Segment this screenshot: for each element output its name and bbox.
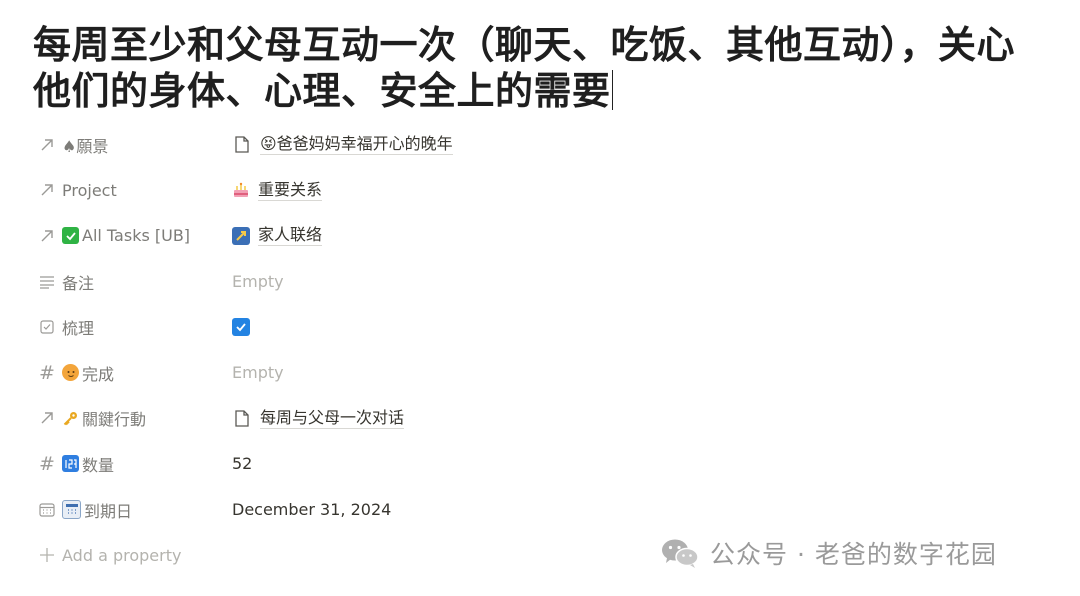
property-name-all-tasks[interactable]: All Tasks [UB] bbox=[30, 226, 230, 245]
property-value-sorted[interactable] bbox=[230, 318, 790, 337]
property-name-count[interactable]: # 数量 bbox=[30, 452, 230, 476]
hash-icon: # bbox=[39, 452, 55, 475]
relation-label[interactable]: 重要关系 bbox=[258, 180, 323, 201]
numbers-icon bbox=[62, 455, 79, 473]
property-value-notes[interactable]: Empty bbox=[230, 272, 790, 291]
wechat-icon bbox=[660, 537, 700, 569]
property-value-vision[interactable]: 😝爸爸妈妈幸福开心的晚年 bbox=[230, 134, 790, 156]
text-caret bbox=[611, 70, 613, 110]
text-lines-icon bbox=[36, 275, 58, 289]
property-name-project[interactable]: Project bbox=[30, 181, 230, 200]
page-title-text[interactable]: 每周至少和父母互动一次（聊天、吃饭、其他互动），关心他们的身体、心理、安全上的需… bbox=[33, 23, 1015, 113]
property-value-project[interactable]: 重要关系 bbox=[230, 180, 790, 201]
property-row-project[interactable]: Project 重要关系 bbox=[30, 168, 790, 214]
calendar-icon bbox=[36, 502, 58, 517]
plus-icon bbox=[36, 547, 58, 563]
property-value-all-tasks[interactable]: 家人联络 bbox=[230, 225, 790, 247]
property-row-all-tasks[interactable]: All Tasks [UB] 家人联络 bbox=[30, 213, 790, 259]
property-label: 完成 bbox=[82, 364, 115, 384]
properties-panel: ♠願景 😝爸爸妈妈幸福开心的晚年 Project 重要关系 All Tasks … bbox=[30, 122, 790, 578]
key-icon bbox=[62, 410, 79, 427]
property-name-key-action[interactable]: 關鍵行動 bbox=[30, 406, 230, 430]
empty-placeholder[interactable]: Empty bbox=[232, 272, 284, 291]
property-row-due[interactable]: 到期日 December 31, 2024 bbox=[30, 487, 790, 533]
property-name-done[interactable]: # 完成 bbox=[30, 361, 230, 385]
property-value-done[interactable]: Empty bbox=[230, 363, 790, 382]
property-name-sorted[interactable]: 梳理 bbox=[30, 315, 230, 339]
property-row-notes[interactable]: 备注 Empty bbox=[30, 259, 790, 305]
relation-link[interactable]: 重要关系 bbox=[232, 180, 323, 201]
page-icon bbox=[232, 410, 252, 427]
hash-icon: # bbox=[39, 361, 55, 384]
property-row-vision[interactable]: ♠願景 😝爸爸妈妈幸福开心的晚年 bbox=[30, 122, 790, 168]
page-title[interactable]: 每周至少和父母互动一次（聊天、吃饭、其他互动），关心他们的身体、心理、安全上的需… bbox=[33, 22, 1053, 114]
property-row-sorted[interactable]: 梳理 bbox=[30, 304, 790, 350]
property-row-done[interactable]: # 完成 Empty bbox=[30, 350, 790, 396]
property-label: Project bbox=[62, 180, 117, 200]
rocket-icon bbox=[232, 226, 250, 245]
property-row-key-action[interactable]: 關鍵行動 每周与父母一次对话 bbox=[30, 396, 790, 442]
property-value-count[interactable]: 52 bbox=[230, 454, 790, 473]
relation-link[interactable]: 家人联络 bbox=[232, 225, 323, 247]
property-value-due[interactable]: December 31, 2024 bbox=[230, 500, 790, 519]
relation-arrow-icon bbox=[36, 229, 58, 243]
add-property-button[interactable]: Add a property bbox=[30, 546, 181, 565]
watermark-text: 公众号 · 老爸的数字花园 bbox=[710, 540, 997, 569]
property-name-vision[interactable]: ♠願景 bbox=[30, 133, 230, 157]
property-label: 数量 bbox=[82, 455, 115, 475]
add-property-label[interactable]: Add a property bbox=[62, 546, 181, 565]
property-label: ♠願景 bbox=[62, 136, 109, 156]
relation-link[interactable]: 每周与父母一次对话 bbox=[232, 408, 405, 429]
property-value-key-action[interactable]: 每周与父母一次对话 bbox=[230, 408, 790, 429]
cake-icon bbox=[232, 181, 250, 199]
property-row-count[interactable]: # 数量 52 bbox=[30, 441, 790, 487]
page-icon bbox=[232, 136, 252, 153]
watermark: 公众号 · 老爸的数字花园 bbox=[660, 535, 997, 571]
property-label: 關鍵行動 bbox=[82, 410, 147, 430]
property-label: 梳理 bbox=[62, 319, 95, 339]
relation-label[interactable]: 每周与父母一次对话 bbox=[260, 408, 405, 429]
relation-arrow-icon bbox=[36, 183, 58, 197]
empty-placeholder[interactable]: Empty bbox=[232, 363, 284, 382]
property-label: 到期日 bbox=[84, 501, 133, 521]
relation-label[interactable]: 家人联络 bbox=[258, 225, 323, 247]
relation-link[interactable]: 😝爸爸妈妈幸福开心的晚年 bbox=[232, 134, 453, 156]
check-mark-button-icon bbox=[62, 227, 79, 245]
date-value[interactable]: December 31, 2024 bbox=[232, 500, 391, 519]
property-label: All Tasks [UB] bbox=[82, 226, 191, 246]
checkbox-checked[interactable] bbox=[232, 318, 250, 337]
property-name-due[interactable]: 到期日 bbox=[30, 498, 230, 522]
property-label: 备注 bbox=[62, 273, 95, 293]
calendar-emoji-icon bbox=[62, 500, 81, 520]
relation-arrow-icon bbox=[36, 138, 58, 152]
checkbox-icon bbox=[36, 320, 58, 334]
relation-arrow-icon bbox=[36, 411, 58, 425]
relation-label[interactable]: 😝爸爸妈妈幸福开心的晚年 bbox=[260, 134, 453, 156]
cat-face-icon bbox=[62, 364, 79, 382]
number-value[interactable]: 52 bbox=[232, 454, 252, 473]
property-name-notes[interactable]: 备注 bbox=[30, 270, 230, 294]
